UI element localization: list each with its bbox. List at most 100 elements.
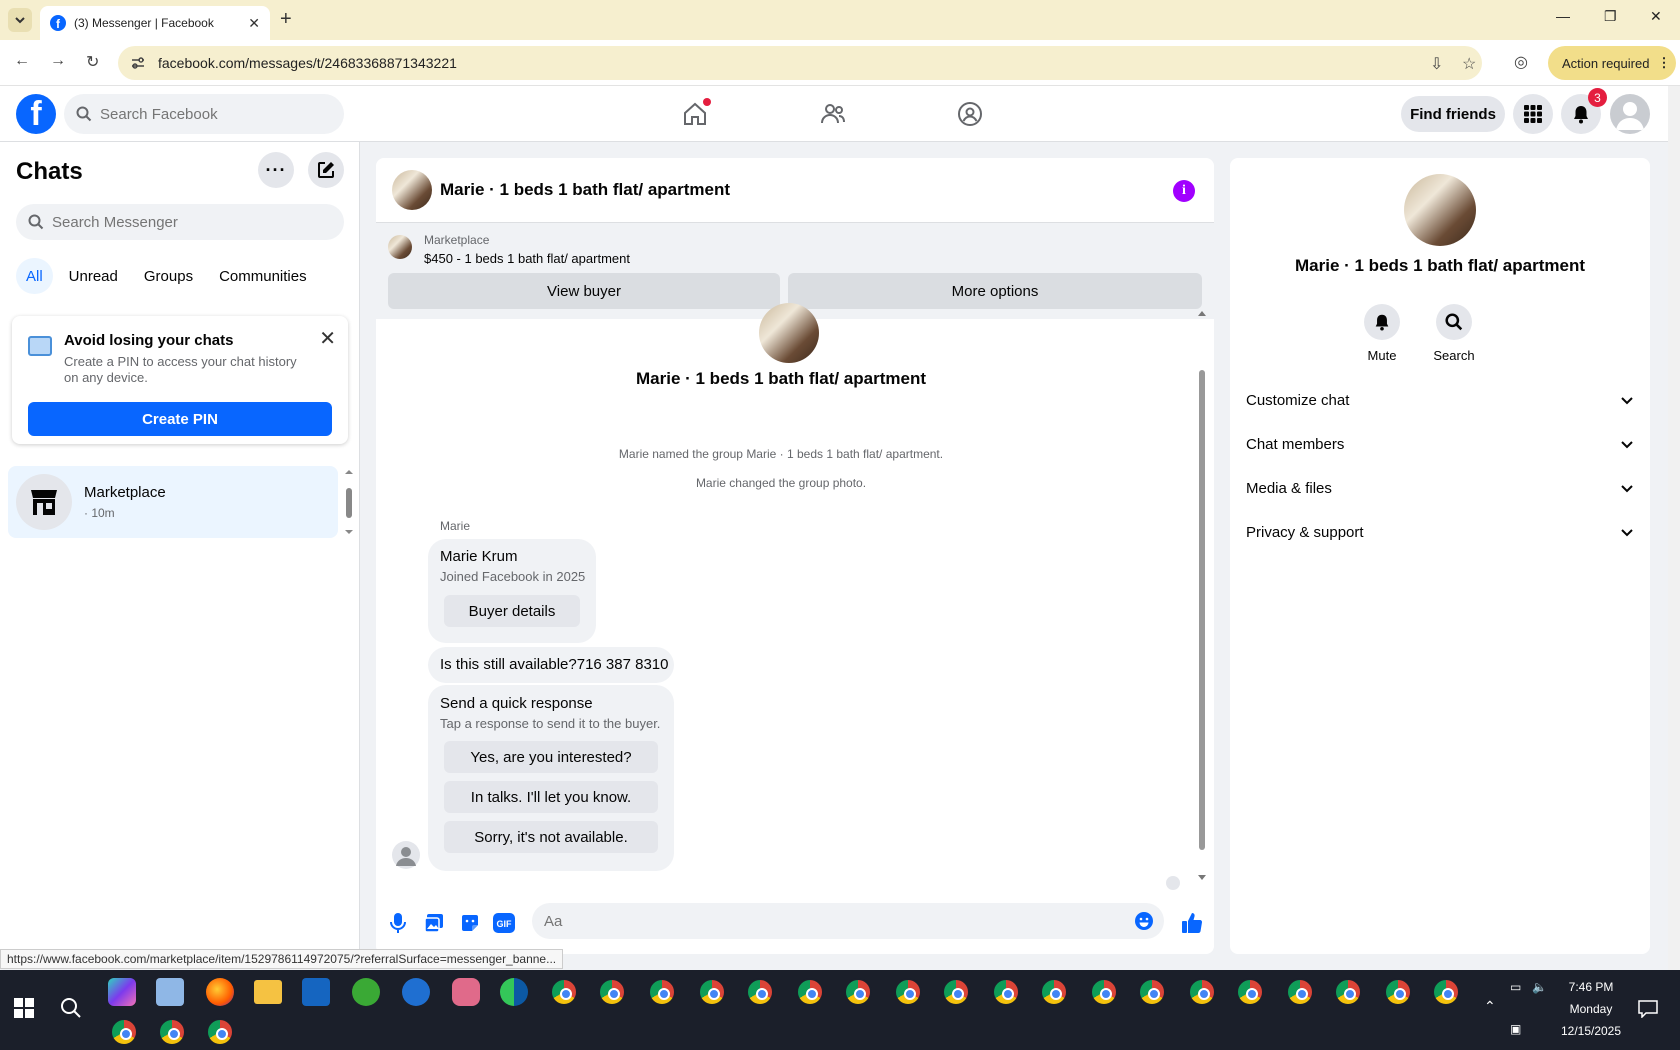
gif-button[interactable]: GIF xyxy=(492,911,516,935)
listing-thumbnail[interactable] xyxy=(388,235,412,259)
home-nav-button[interactable] xyxy=(677,96,713,132)
menu-button[interactable] xyxy=(1513,94,1553,134)
privacy-support-section[interactable]: Privacy & support xyxy=(1246,512,1634,552)
notifications-button[interactable]: 3 xyxy=(1561,88,1607,134)
message-input-box[interactable] xyxy=(532,903,1164,939)
create-pin-button[interactable]: Create PIN xyxy=(28,402,332,436)
profile-circle-icon[interactable]: ◎ xyxy=(1514,52,1528,72)
chat-list-scrollbar[interactable] xyxy=(344,468,354,536)
chrome-icon[interactable] xyxy=(550,978,578,1006)
friends-nav-button[interactable] xyxy=(815,96,851,132)
facebook-search-input[interactable] xyxy=(100,105,320,123)
action-required-button[interactable]: Action required ⋮ xyxy=(1548,46,1676,80)
restore-icon[interactable]: ❐ xyxy=(1604,8,1617,25)
chat-list-item-marketplace[interactable]: Marketplace · 10m xyxy=(8,466,338,538)
app-icon[interactable] xyxy=(452,978,480,1006)
filter-all[interactable]: All xyxy=(16,258,53,294)
quick-response-button[interactable]: In talks. I'll let you know. xyxy=(444,781,658,813)
chrome-icon[interactable] xyxy=(598,978,626,1006)
browser-tab-messenger[interactable]: f (3) Messenger | Facebook ✕ xyxy=(40,6,270,40)
app-icon[interactable] xyxy=(352,978,380,1006)
facebook-search-box[interactable] xyxy=(64,94,344,134)
chrome-icon[interactable] xyxy=(942,978,970,1006)
quick-response-button[interactable]: Yes, are you interested? xyxy=(444,741,658,773)
chrome-icon[interactable] xyxy=(698,978,726,1006)
chrome-icon[interactable] xyxy=(1432,978,1460,1006)
filter-communities[interactable]: Communities xyxy=(209,258,317,294)
chrome-icon[interactable] xyxy=(1040,978,1068,1006)
attach-photo-button[interactable] xyxy=(422,911,446,935)
camera-icon[interactable]: ▭ xyxy=(1510,980,1521,994)
groups-nav-button[interactable] xyxy=(952,96,988,132)
chrome-icon[interactable] xyxy=(894,978,922,1006)
network-icon[interactable]: ▣ xyxy=(1510,1022,1521,1036)
page-scrollbar[interactable] xyxy=(1668,86,1680,970)
bookmark-star-icon[interactable]: ☆ xyxy=(1462,54,1476,74)
window-close-icon[interactable]: ✕ xyxy=(1650,8,1662,25)
close-tab-icon[interactable]: ✕ xyxy=(248,15,260,32)
chrome-icon[interactable] xyxy=(844,978,872,1006)
kebab-menu-icon[interactable]: ⋮ xyxy=(1657,55,1670,71)
listing-title[interactable]: $450 - 1 beds 1 bath flat/ apartment xyxy=(424,251,630,266)
chrome-icon[interactable] xyxy=(110,1018,138,1046)
chats-options-button[interactable]: ··· xyxy=(258,152,294,188)
chrome-icon[interactable] xyxy=(1286,978,1314,1006)
close-icon[interactable]: ✕ xyxy=(319,326,336,351)
chrome-icon[interactable] xyxy=(206,1018,234,1046)
volume-icon[interactable]: 🔈 xyxy=(1532,980,1547,994)
tray-overflow-icon[interactable]: ⌃ xyxy=(1484,998,1496,1015)
chrome-icon[interactable] xyxy=(1236,978,1264,1006)
file-explorer-icon[interactable] xyxy=(254,980,282,1004)
sticker-button[interactable] xyxy=(458,911,482,935)
facebook-logo[interactable]: f xyxy=(16,94,56,134)
chrome-icon[interactable] xyxy=(796,978,824,1006)
messenger-search-box[interactable] xyxy=(16,204,344,240)
reload-icon[interactable]: ↻ xyxy=(86,52,99,72)
chrome-icon[interactable] xyxy=(746,978,774,1006)
minimize-icon[interactable]: — xyxy=(1556,8,1570,24)
clock-day[interactable]: Monday xyxy=(1556,1002,1626,1016)
find-friends-button[interactable]: Find friends xyxy=(1401,96,1505,132)
info-icon[interactable]: i xyxy=(1173,180,1195,202)
chrome-icon[interactable] xyxy=(1334,978,1362,1006)
back-arrow-icon[interactable]: ← xyxy=(14,52,30,70)
customize-chat-section[interactable]: Customize chat xyxy=(1246,380,1634,420)
app-icon[interactable] xyxy=(302,978,330,1006)
forward-arrow-icon[interactable]: → xyxy=(50,52,66,70)
chrome-icon[interactable] xyxy=(648,978,676,1006)
buyer-details-button[interactable]: Buyer details xyxy=(444,595,580,627)
clock-date[interactable]: 12/15/2025 xyxy=(1556,1024,1626,1038)
chrome-icon[interactable] xyxy=(158,1018,186,1046)
notification-center-icon[interactable] xyxy=(1638,1000,1658,1018)
quick-response-button[interactable]: Sorry, it's not available. xyxy=(444,821,658,853)
emoji-icon[interactable] xyxy=(1134,911,1154,931)
filter-unread[interactable]: Unread xyxy=(59,258,128,294)
firefox-icon[interactable] xyxy=(206,978,234,1006)
account-avatar[interactable] xyxy=(1610,94,1650,134)
windows-start-icon[interactable] xyxy=(14,998,34,1018)
view-buyer-button[interactable]: View buyer xyxy=(388,273,780,309)
search-icon[interactable] xyxy=(60,997,82,1019)
install-app-icon[interactable]: ⇩ xyxy=(1430,54,1443,74)
group-photo[interactable] xyxy=(392,170,432,210)
messenger-search-input[interactable] xyxy=(52,213,312,231)
voice-clip-button[interactable] xyxy=(386,911,410,935)
chat-members-section[interactable]: Chat members xyxy=(1246,424,1634,464)
new-tab-plus-icon[interactable]: + xyxy=(280,8,292,31)
like-button[interactable] xyxy=(1180,911,1204,935)
tab-search-button[interactable] xyxy=(8,8,32,32)
search-in-conversation-button[interactable]: Search xyxy=(1424,304,1484,363)
more-options-button[interactable]: More options xyxy=(788,273,1202,309)
media-files-section[interactable]: Media & files xyxy=(1246,468,1634,508)
copilot-icon[interactable] xyxy=(108,978,136,1006)
app-icon[interactable] xyxy=(156,978,184,1006)
app-icon[interactable] xyxy=(402,978,430,1006)
chrome-icon[interactable] xyxy=(992,978,1020,1006)
mute-button[interactable]: Mute xyxy=(1352,304,1412,363)
new-message-button[interactable] xyxy=(308,152,344,188)
filter-groups[interactable]: Groups xyxy=(134,258,203,294)
message-input[interactable] xyxy=(544,912,1104,930)
conversation-title[interactable]: Marie · 1 beds 1 bath flat/ apartment xyxy=(440,180,730,200)
edge-icon[interactable] xyxy=(500,978,528,1006)
site-settings-icon[interactable] xyxy=(130,55,146,71)
